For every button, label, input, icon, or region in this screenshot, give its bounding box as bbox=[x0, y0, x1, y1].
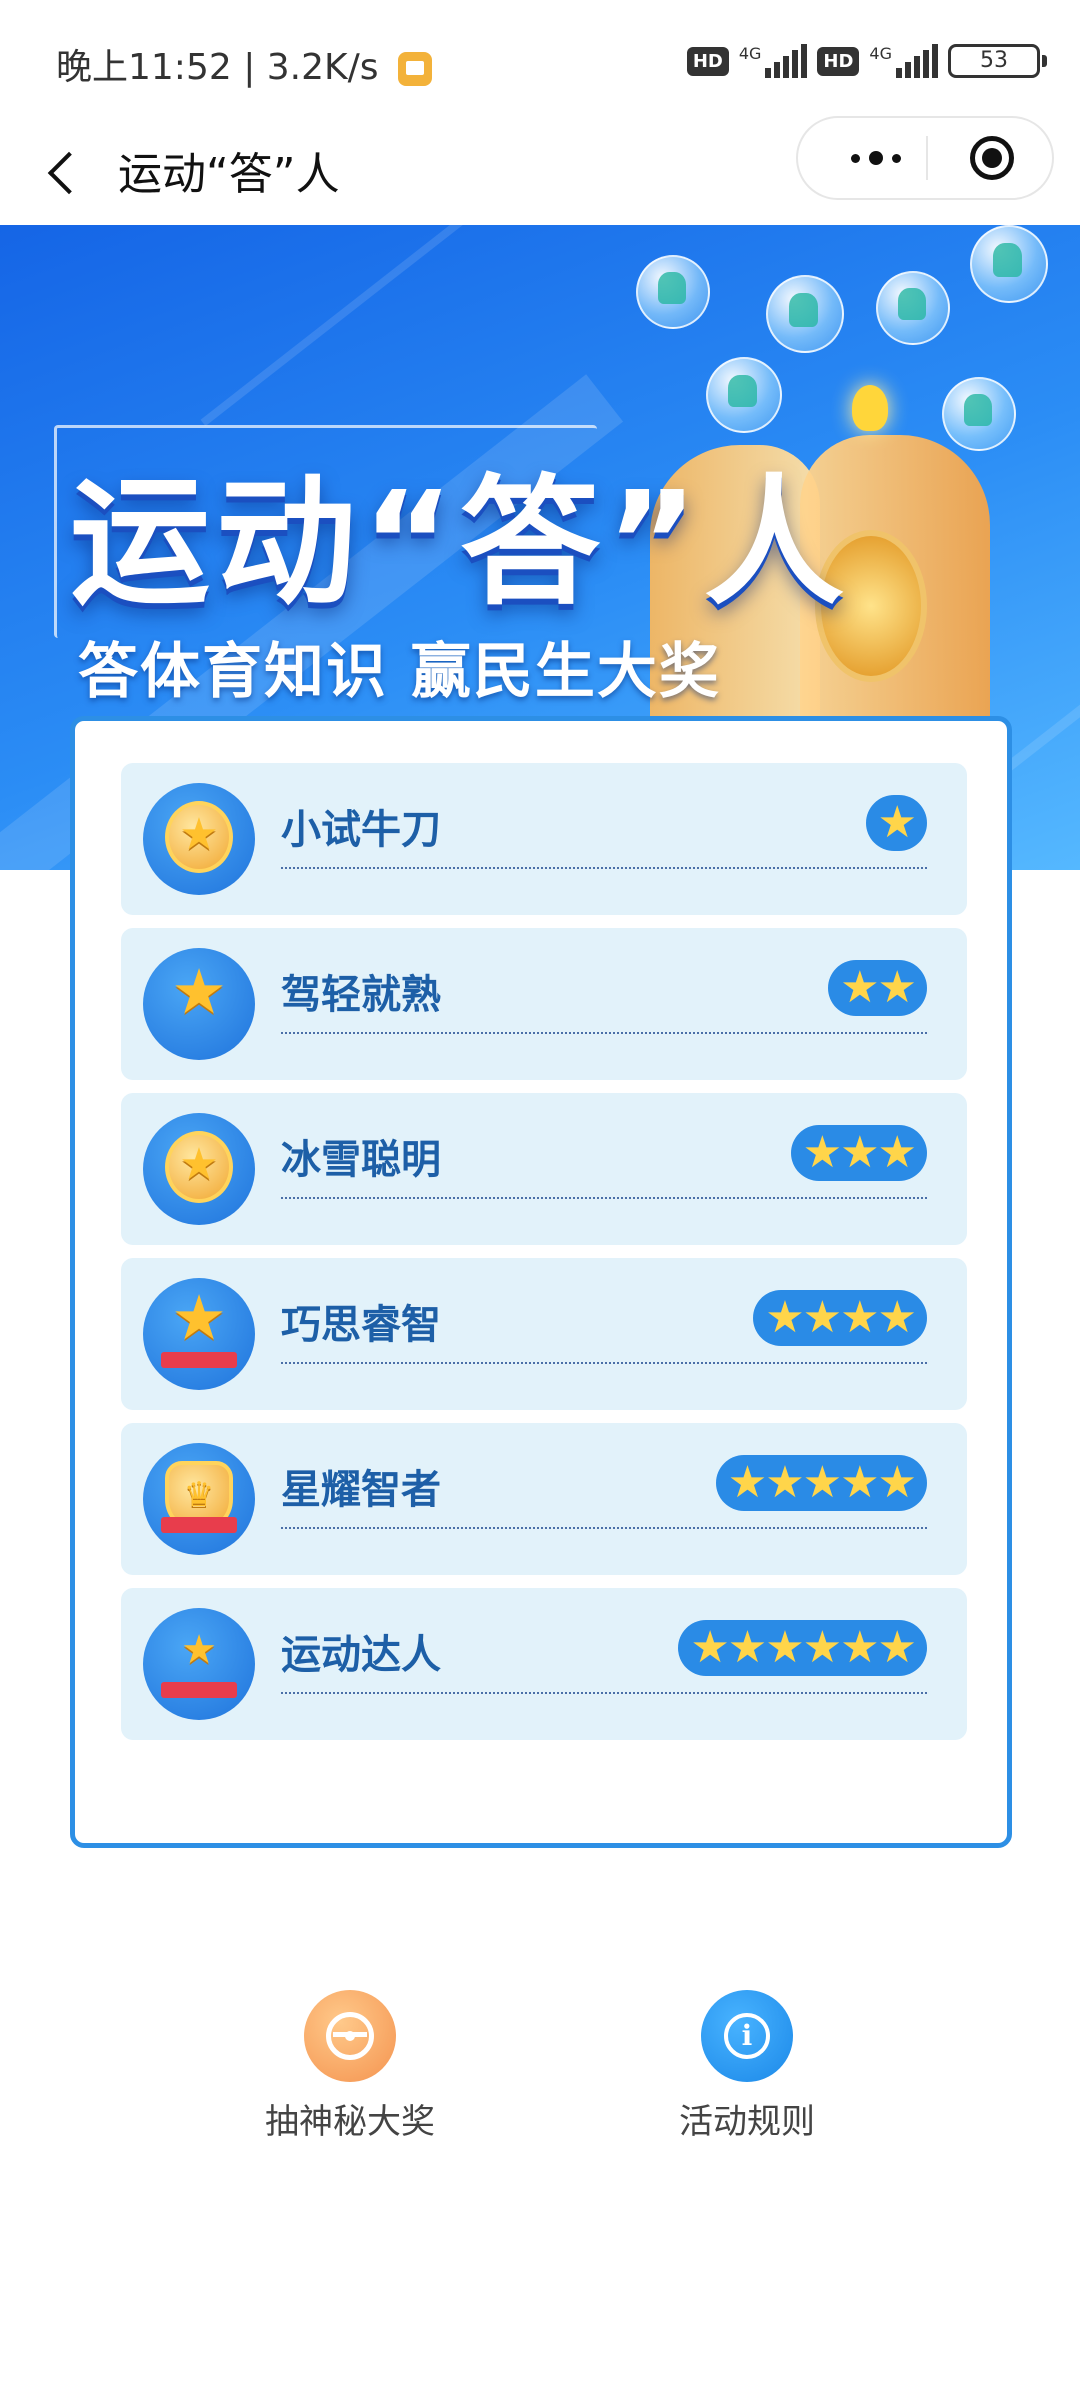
level-item[interactable]: ★ 运动达人 ★★★★★★ bbox=[121, 1588, 967, 1740]
lightbulb-icon bbox=[852, 385, 888, 431]
level-name: 运动达人 bbox=[281, 1632, 441, 1678]
star-rating: ★ bbox=[865, 795, 927, 851]
sport-bubble-icon bbox=[766, 275, 844, 353]
level-name: 冰雪聪明 bbox=[281, 1137, 441, 1183]
close-miniprogram-icon[interactable] bbox=[970, 136, 1014, 180]
info-icon: i bbox=[701, 1990, 793, 2082]
level-name: 驾轻就熟 bbox=[281, 972, 441, 1018]
rules-button[interactable]: i 活动规则 bbox=[617, 1990, 877, 2143]
sport-bubble-icon bbox=[706, 357, 782, 433]
page-title: 运动“答”人 bbox=[118, 149, 340, 200]
level-divider bbox=[281, 1362, 927, 1364]
rules-label: 活动规则 bbox=[679, 2102, 815, 2142]
level-divider bbox=[281, 1692, 927, 1694]
star-rating: ★★ bbox=[828, 960, 927, 1016]
star-ribbon-badge-icon: ★ bbox=[143, 1278, 255, 1390]
star-rating: ★★★★★ bbox=[715, 1455, 927, 1511]
level-item[interactable]: ★ 小试牛刀 ★ bbox=[121, 763, 967, 915]
sport-bubble-icon bbox=[942, 377, 1016, 451]
sport-bubble-icon bbox=[970, 225, 1048, 303]
lottery-label: 抽神秘大奖 bbox=[265, 2102, 435, 2142]
level-item[interactable]: ★ 冰雪聪明 ★★★ bbox=[121, 1093, 967, 1245]
star-rating: ★★★★ bbox=[753, 1290, 927, 1346]
level-list-card: ★ 小试牛刀 ★ ★ 驾轻就熟 ★★ ★ 冰雪聪明 ★★★ ★ 巧思睿智 ★★★… bbox=[70, 716, 1012, 1848]
notification-icon bbox=[397, 52, 432, 86]
medal-badge-icon: ★ bbox=[143, 1113, 255, 1225]
level-divider bbox=[281, 1197, 927, 1199]
lottery-button[interactable]: 抽神秘大奖 bbox=[220, 1990, 480, 2143]
back-icon[interactable] bbox=[40, 140, 100, 204]
badge-icon: ★ bbox=[143, 783, 255, 895]
level-divider bbox=[281, 1527, 927, 1529]
banner-stripe bbox=[200, 225, 600, 427]
status-bar: 晚上11:52 | 3.2K/s HD 4G HD 4G 53 bbox=[0, 0, 1080, 120]
miniprogram-capsule bbox=[796, 116, 1054, 200]
sport-bubble-icon bbox=[876, 271, 950, 345]
hd-icon: HD bbox=[686, 46, 729, 76]
star-rating: ★★★ bbox=[790, 1125, 927, 1181]
level-item[interactable]: ★ 巧思睿智 ★★★★ bbox=[121, 1258, 967, 1410]
level-divider bbox=[281, 867, 927, 869]
level-name: 巧思睿智 bbox=[281, 1302, 441, 1348]
level-name: 星耀智者 bbox=[281, 1467, 441, 1513]
more-icon[interactable] bbox=[830, 118, 922, 198]
capsule-divider bbox=[926, 136, 928, 180]
level-name: 小试牛刀 bbox=[281, 807, 441, 853]
banner-title: 运动“答”人 bbox=[70, 462, 851, 625]
laurel-badge-icon: ★ bbox=[143, 1608, 255, 1720]
banner-subtitle: 答体育知识 赢民生大奖 bbox=[78, 637, 721, 707]
network-type-2: 4G bbox=[869, 44, 892, 63]
level-item[interactable]: ★ 驾轻就熟 ★★ bbox=[121, 928, 967, 1080]
signal-icon-2 bbox=[896, 44, 938, 78]
status-time-text: 晚上11:52 | 3.2K/s bbox=[56, 47, 379, 88]
status-indicators: HD 4G HD 4G 53 bbox=[686, 44, 1047, 78]
battery-icon: 53 bbox=[948, 44, 1047, 78]
hd-icon-2: HD bbox=[817, 46, 860, 76]
status-time: 晚上11:52 | 3.2K/s bbox=[56, 38, 432, 90]
star-rating: ★★★★★★ bbox=[678, 1620, 927, 1676]
signal-icon bbox=[765, 44, 808, 78]
sport-bubble-icon bbox=[636, 255, 710, 329]
lottery-wheel-icon bbox=[304, 1990, 396, 2082]
network-type: 4G bbox=[738, 44, 762, 63]
trophy-badge-icon: ★ bbox=[143, 948, 255, 1060]
level-item[interactable]: ♛ 星耀智者 ★★★★★ bbox=[121, 1423, 967, 1575]
level-divider bbox=[281, 1032, 927, 1034]
crown-badge-icon: ♛ bbox=[143, 1443, 255, 1555]
